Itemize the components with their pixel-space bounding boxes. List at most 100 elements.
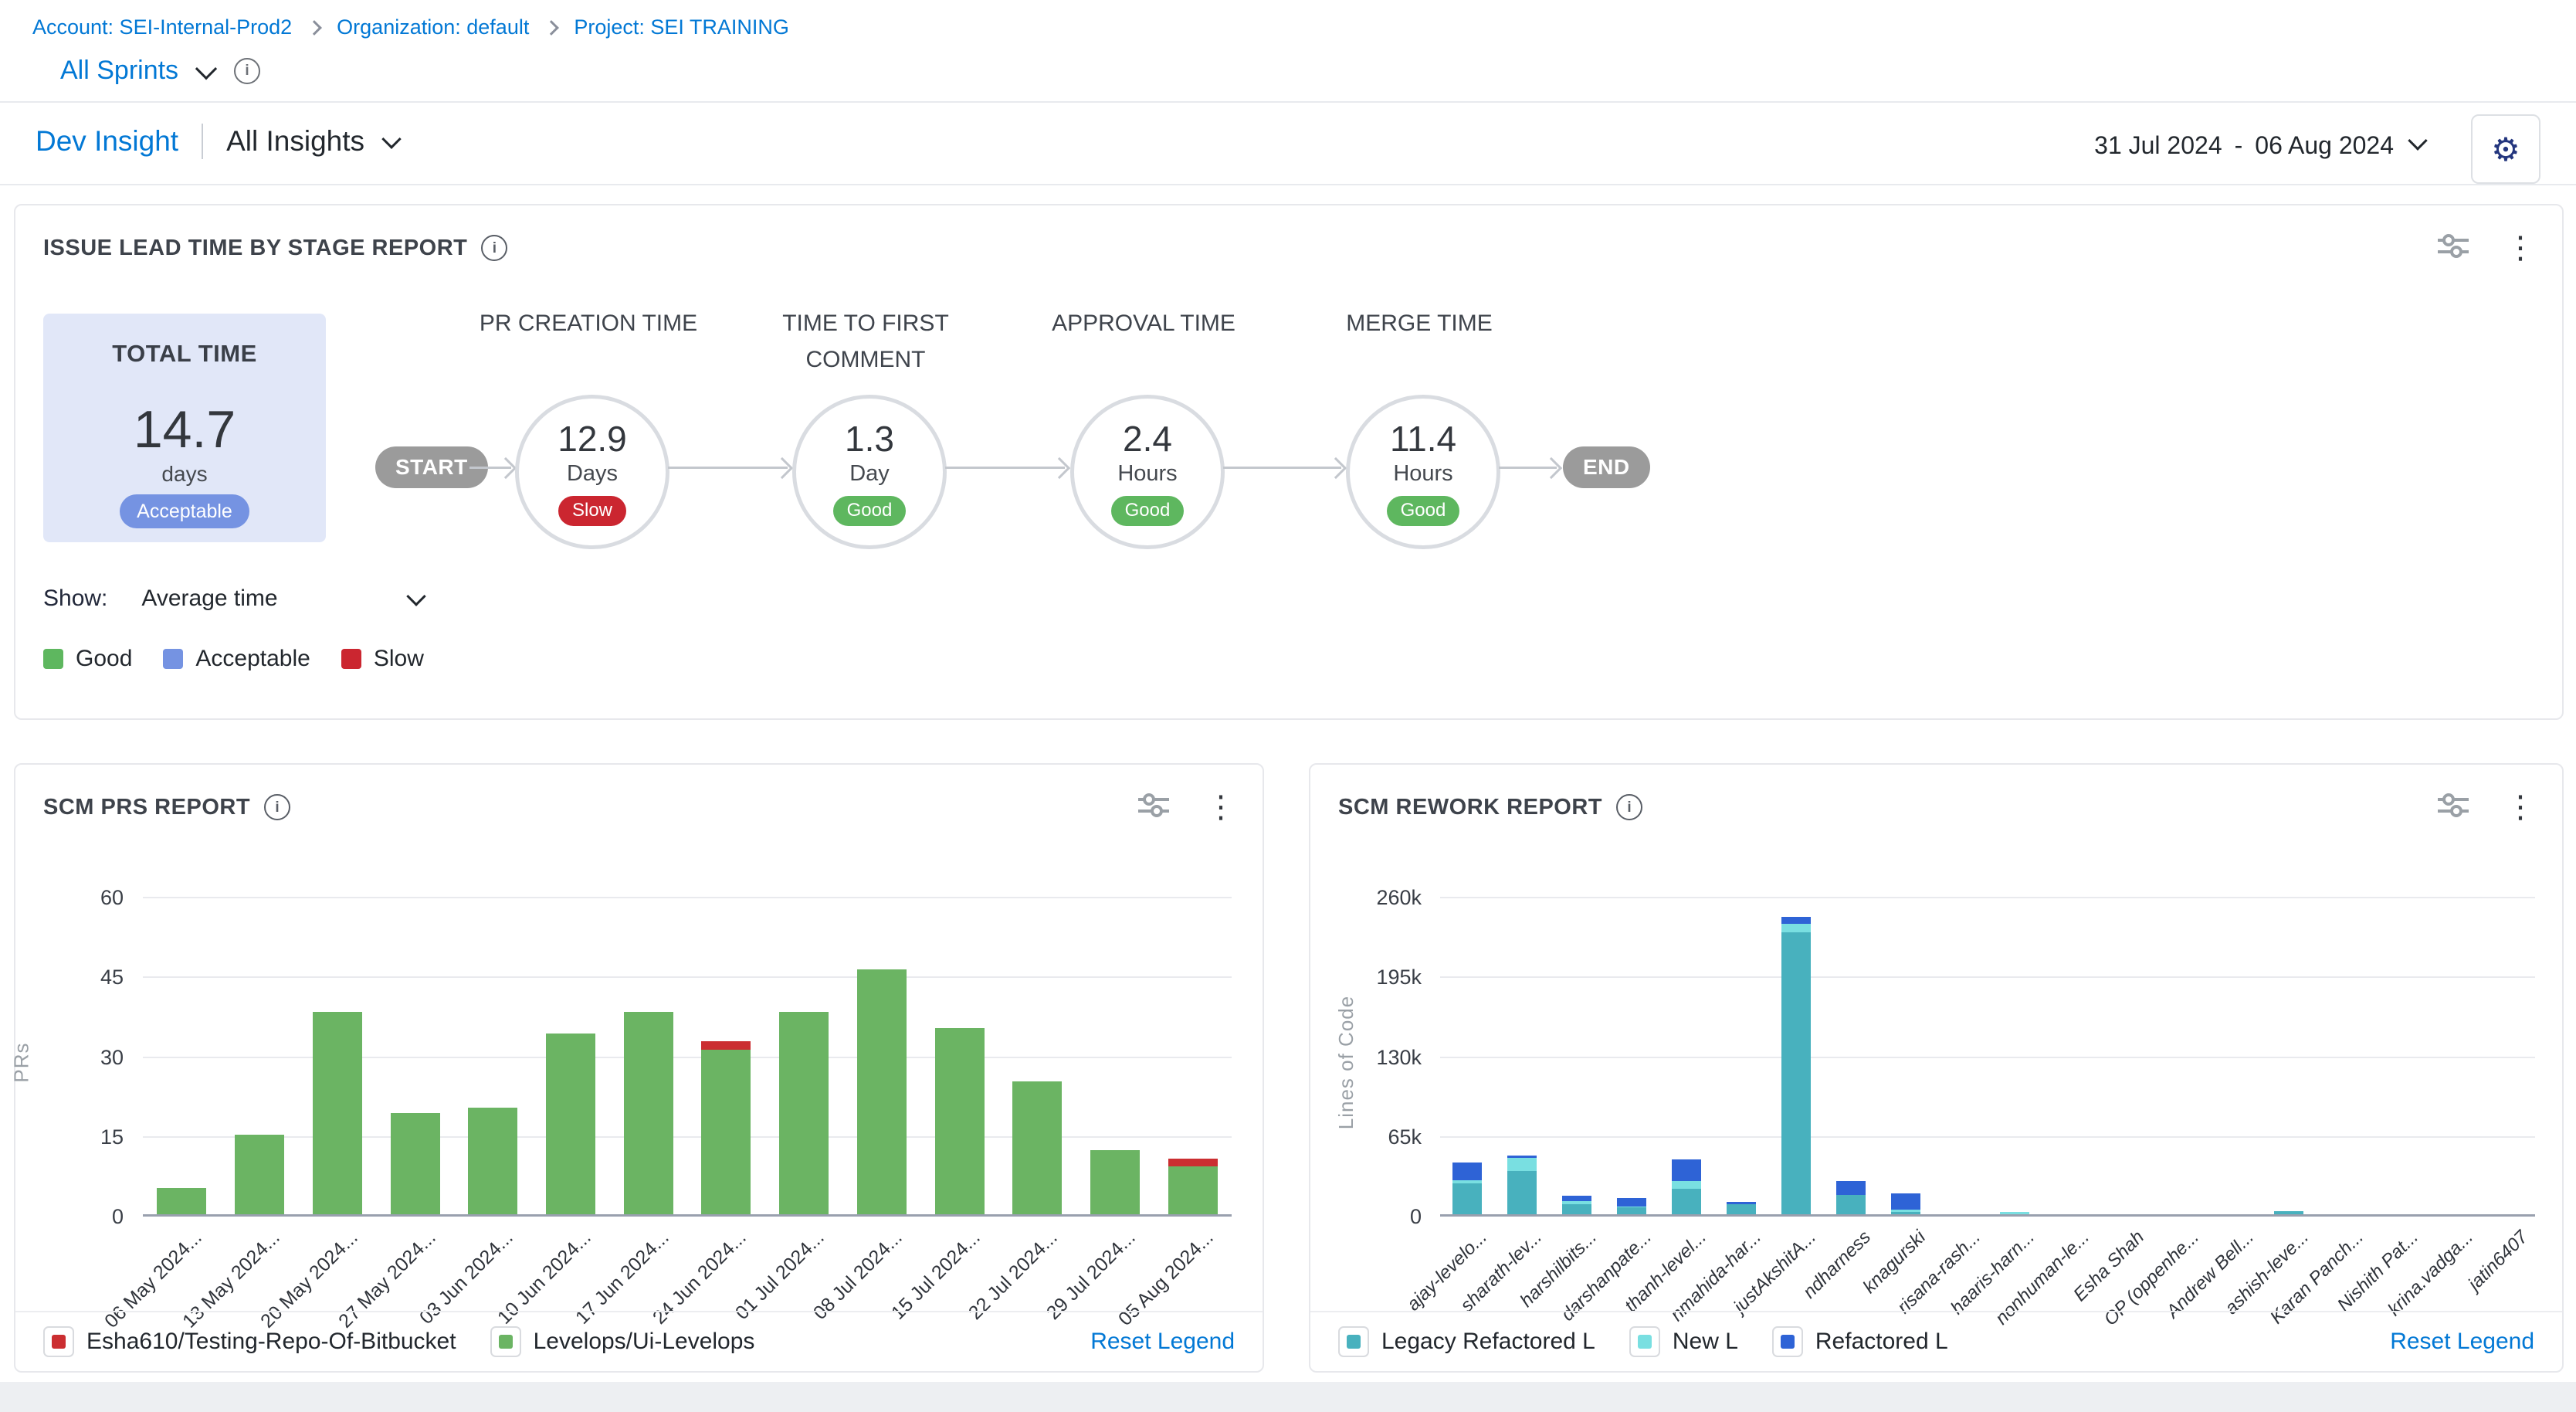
stage-value: 12.9 — [558, 418, 627, 460]
bar-segment-New L[interactable] — [1507, 1158, 1537, 1171]
stage-time-to-first-comment[interactable]: 1.3 Day Good — [792, 395, 947, 549]
stage-unit: Days — [567, 461, 618, 487]
bar-segment-New L[interactable] — [1672, 1181, 1701, 1189]
legend-item[interactable]: Acceptable — [163, 646, 310, 672]
stage-approval-time[interactable]: 2.4 Hours Good — [1070, 395, 1225, 549]
legend-item[interactable]: Legacy Refactored L — [1338, 1326, 1595, 1357]
bar-segment-Refactored L[interactable] — [1507, 1156, 1537, 1158]
bar-segment-Refactored L[interactable] — [1672, 1159, 1701, 1182]
gridline — [143, 1057, 1232, 1058]
scm-rework-panel: SCM REWORK REPORT i ⋮ Lines of Code 065k… — [1309, 763, 2564, 1373]
bar-segment-Levelops/Ui-Levelops[interactable] — [935, 1028, 985, 1214]
info-icon[interactable]: i — [234, 58, 260, 84]
show-metric-dropdown[interactable]: Show: Average time — [43, 586, 423, 612]
bar-segment-Refactored L[interactable] — [1891, 1193, 1920, 1210]
legend-item[interactable]: Levelops/Ui-Levelops — [490, 1326, 755, 1357]
legend-swatch — [490, 1326, 521, 1357]
bar-segment-Levelops/Ui-Levelops[interactable] — [546, 1034, 595, 1214]
bar-segment-Legacy Refactored L[interactable] — [1452, 1183, 1482, 1214]
legend-label: Acceptable — [195, 646, 310, 672]
stage-rating-badge: Good — [1111, 496, 1185, 526]
bar-segment-Refactored L[interactable] — [1727, 1202, 1756, 1204]
bar-segment-Levelops/Ui-Levelops[interactable] — [779, 1012, 829, 1214]
legend-item[interactable]: Good — [43, 646, 132, 672]
bar-segment-Legacy Refactored L[interactable] — [1562, 1204, 1591, 1214]
bar-segment-New L[interactable] — [1891, 1210, 1920, 1212]
legend-item[interactable]: Refactored L — [1772, 1326, 1948, 1357]
bar-segment-Levelops/Ui-Levelops[interactable] — [1090, 1150, 1140, 1214]
chevron-down-icon[interactable] — [381, 129, 401, 148]
bar-segment-Levelops/Ui-Levelops[interactable] — [157, 1188, 206, 1214]
kebab-menu-icon[interactable]: ⋮ — [2505, 233, 2536, 263]
y-axis-tick: 65k — [1329, 1125, 1422, 1149]
y-axis-title: PRs — [10, 1042, 34, 1082]
bar-segment-Esha610/Testing-Repo-Of-Bitbucket[interactable] — [1168, 1159, 1218, 1166]
bar-segment-Legacy Refactored L[interactable] — [1507, 1171, 1537, 1214]
insight-subheader: Dev Insight All Insights — [36, 124, 398, 159]
legend-swatch — [1629, 1326, 1660, 1357]
info-icon[interactable]: i — [481, 235, 507, 261]
insight-name-link[interactable]: Dev Insight — [36, 125, 178, 158]
chevron-right-icon — [544, 20, 559, 36]
bar-segment-Legacy Refactored L[interactable] — [1672, 1189, 1701, 1214]
chevron-down-icon[interactable] — [2408, 131, 2427, 150]
legend-label: Levelops/Ui-Levelops — [534, 1329, 755, 1355]
bar-segment-Levelops/Ui-Levelops[interactable] — [1168, 1166, 1218, 1214]
bar-segment-Levelops/Ui-Levelops[interactable] — [624, 1012, 673, 1214]
bar-segment-Levelops/Ui-Levelops[interactable] — [391, 1113, 440, 1214]
legend-label: Legacy Refactored L — [1381, 1329, 1595, 1355]
legend-swatch — [1338, 1326, 1369, 1357]
filter-sliders-icon[interactable] — [2435, 232, 2471, 263]
bar-segment-Levelops/Ui-Levelops[interactable] — [857, 969, 907, 1214]
separator — [202, 124, 203, 159]
reset-legend-link[interactable]: Reset Legend — [2390, 1329, 2534, 1355]
stage-unit: Hours — [1117, 461, 1177, 487]
date-range-picker[interactable]: 31 Jul 2024 - 06 Aug 2024 — [2094, 131, 2425, 160]
bar-segment-Refactored L[interactable] — [1562, 1196, 1591, 1201]
stage-merge-time[interactable]: 11.4 Hours Good — [1346, 395, 1500, 549]
insights-scope-dropdown[interactable]: All Insights — [226, 125, 364, 158]
bar-segment-Legacy Refactored L[interactable] — [1727, 1204, 1756, 1214]
bar-segment-Refactored L[interactable] — [1617, 1198, 1646, 1207]
bar-segment-New L[interactable] — [1781, 924, 1811, 932]
sprint-selector-label[interactable]: All Sprints — [60, 56, 178, 86]
y-axis-tick: 0 — [1329, 1204, 1422, 1229]
bar-segment-Esha610/Testing-Repo-Of-Bitbucket[interactable] — [701, 1041, 751, 1049]
bar-segment-Levelops/Ui-Levelops[interactable] — [235, 1135, 284, 1214]
stage-rating-badge: Good — [1387, 496, 1460, 526]
bar-segment-Levelops/Ui-Levelops[interactable] — [1012, 1081, 1062, 1214]
prs-chart-legend: Esha610/Testing-Repo-Of-Bitbucket Levelop… — [15, 1311, 1263, 1371]
bar-segment-Legacy Refactored L[interactable] — [1836, 1195, 1866, 1214]
sprint-selector[interactable]: All Sprints i — [60, 56, 260, 86]
stage-pr-creation-time[interactable]: 12.9 Days Slow — [515, 395, 669, 549]
legend-item[interactable]: Slow — [341, 646, 424, 672]
legend-item[interactable]: New L — [1629, 1326, 1738, 1357]
bar-segment-Levelops/Ui-Levelops[interactable] — [701, 1050, 751, 1214]
scm-prs-panel: SCM PRS REPORT i ⋮ PRs 015304560 06 May … — [14, 763, 1264, 1373]
bar-segment-Legacy Refactored L[interactable] — [1617, 1207, 1646, 1214]
bar-segment-Refactored L[interactable] — [1781, 917, 1811, 925]
breadcrumb-item[interactable]: Organization: default — [337, 15, 529, 39]
bar-segment-New L[interactable] — [1452, 1180, 1482, 1184]
y-axis-tick: 30 — [31, 1045, 124, 1070]
breadcrumb-item[interactable]: Project: SEI TRAINING — [574, 15, 789, 39]
stage-title: PR CREATION TIME — [473, 306, 704, 342]
bar-segment-Refactored L[interactable] — [1836, 1181, 1866, 1194]
legend-item[interactable]: Esha610/Testing-Repo-Of-Bitbucket — [43, 1326, 456, 1357]
flow-arrow — [1223, 467, 1341, 469]
reset-legend-link[interactable]: Reset Legend — [1090, 1329, 1235, 1355]
chevron-down-icon[interactable] — [195, 58, 217, 80]
chevron-down-icon[interactable] — [406, 586, 425, 606]
settings-button[interactable]: ⚙ — [2471, 114, 2540, 184]
bar-segment-Levelops/Ui-Levelops[interactable] — [468, 1108, 517, 1214]
total-time-value: 14.7 — [134, 403, 236, 456]
bar-segment-Legacy Refactored L[interactable] — [1781, 932, 1811, 1214]
bar-segment-Refactored L[interactable] — [1452, 1163, 1482, 1179]
date-range-start: 31 Jul 2024 — [2094, 131, 2222, 160]
bar-segment-Levelops/Ui-Levelops[interactable] — [313, 1012, 362, 1214]
breadcrumb-item[interactable]: Account: SEI-Internal-Prod2 — [32, 15, 292, 39]
legend-swatch — [1772, 1326, 1803, 1357]
flow-arrow — [469, 467, 511, 469]
gridline — [1440, 976, 2535, 978]
bar-segment-New L[interactable] — [1562, 1201, 1591, 1204]
